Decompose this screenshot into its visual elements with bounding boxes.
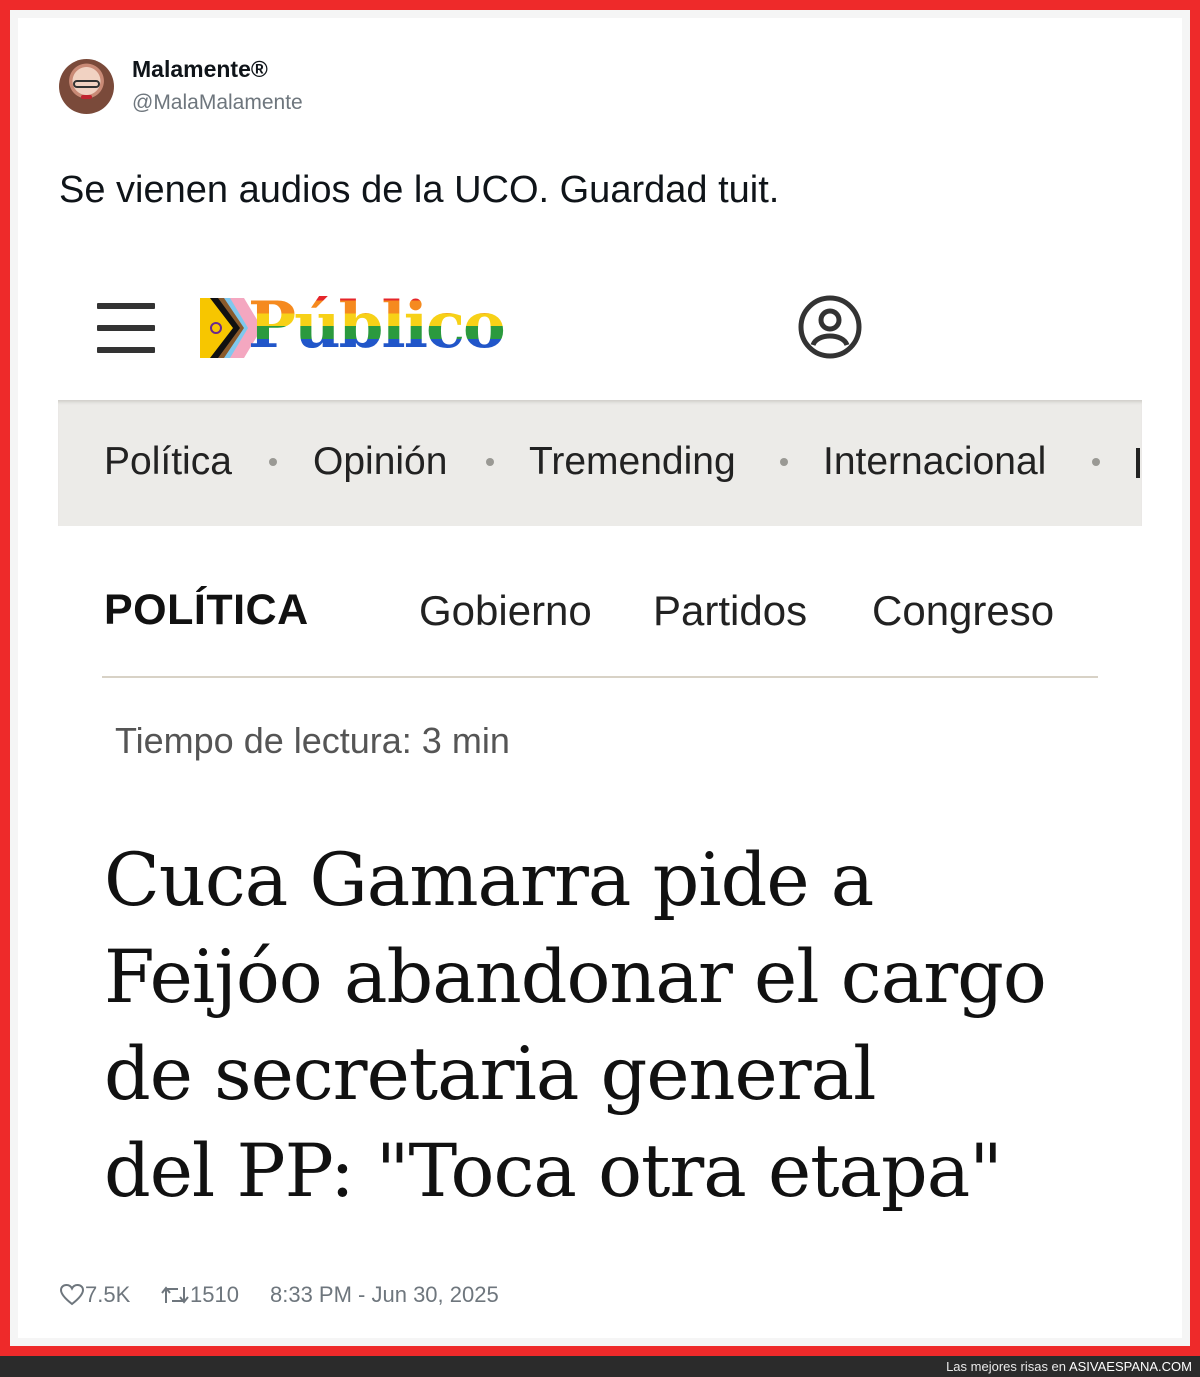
nav-item-opinion: Opinión [313, 440, 448, 483]
subnav-partidos: Partidos [653, 587, 808, 634]
headline-line: del PP: "Toca otra etapa" [104, 1129, 1003, 1214]
nav-separator [486, 458, 494, 466]
watermark-brand[interactable]: ASIVAESPANA.COM [1069, 1359, 1192, 1374]
nav-item-tremending: Tremending [529, 440, 736, 483]
watermark-bar: Las mejores risas en ASIVAESPANA.COM [0, 1356, 1200, 1377]
nav-item-politica: Política [104, 440, 232, 483]
watermark-text: Las mejores risas en ASIVAESPANA.COM [946, 1356, 1192, 1377]
heart-icon [59, 1283, 85, 1306]
headline-line: Cuca Gamarra pide a [104, 838, 874, 923]
avatar-lips [81, 95, 92, 99]
reading-time: Tiempo de lectura: 3 min [115, 720, 510, 761]
subnav-gobierno: Gobierno [419, 587, 592, 634]
nav-separator [780, 458, 788, 466]
nav-item-internacional: Internacional [823, 440, 1047, 483]
menu-icon [97, 303, 155, 353]
author-handle[interactable]: @MalaMalamente [132, 91, 303, 115]
nav-separator [1092, 458, 1100, 466]
user-account-icon [798, 295, 862, 359]
nav-separator [269, 458, 277, 466]
like-button[interactable]: 7.5K [59, 1282, 130, 1308]
tweet-text: Se vienen audios de la UCO. Guardad tuit… [59, 169, 780, 211]
headline-line: Feijóo abandonar el cargo [104, 935, 1047, 1020]
section-divider [102, 676, 1098, 678]
article-headline: Cuca Gamarra pide a Feijóo abandonar el … [104, 832, 1064, 1220]
retweet-icon [161, 1286, 189, 1304]
retweet-button[interactable]: 1510 [160, 1282, 239, 1308]
like-count: 7.5K [85, 1282, 131, 1307]
retweet-count: 1510 [190, 1282, 239, 1307]
author-avatar[interactable] [59, 59, 114, 114]
logo-text: Público [248, 288, 506, 363]
section-nav-bar: Política Opinión Tremending Internaciona… [58, 400, 1142, 526]
avatar-glasses [73, 80, 100, 88]
author-name[interactable]: Malamente® [132, 56, 268, 83]
watermark-prefix: Las mejores risas en [946, 1359, 1067, 1374]
tweet-timestamp[interactable]: 8:33 PM - Jun 30, 2025 [270, 1282, 499, 1308]
subnav-congreso: Congreso [872, 587, 1055, 634]
section-title: POLÍTICA [104, 586, 309, 634]
headline-line: de secretaria general [104, 1032, 877, 1117]
nav-item-cutoff [1136, 448, 1140, 478]
